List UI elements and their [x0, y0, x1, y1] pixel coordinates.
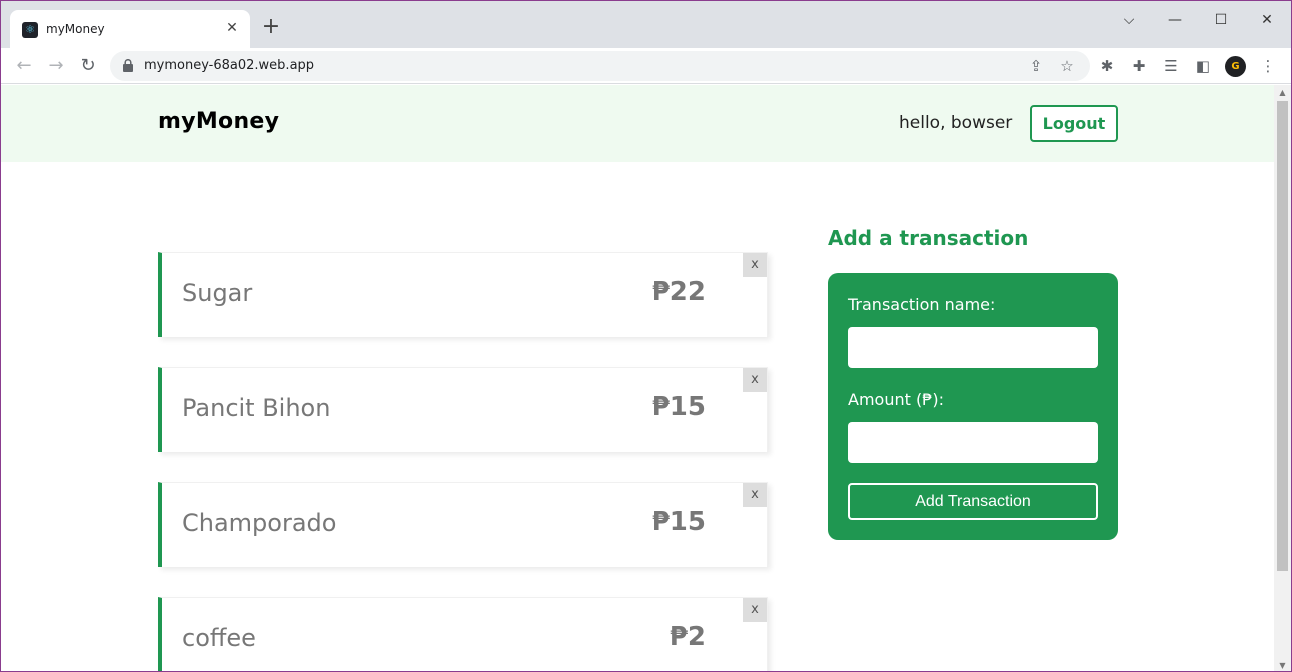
scroll-up-arrow-icon[interactable]: ▲: [1278, 88, 1287, 97]
share-icon[interactable]: ⇪: [1027, 57, 1045, 75]
new-tab-button[interactable]: +: [261, 16, 281, 38]
transaction-name: coffee: [182, 624, 256, 652]
amount-label: Amount (₱):: [848, 390, 945, 409]
browser-window: ⚛ myMoney ✕ + ⌵ — ☐ ✕ ← → ↻ mymoney-68a0…: [0, 0, 1292, 672]
add-transaction-button[interactable]: Add Transaction: [848, 483, 1098, 520]
transaction-item: Pancit Bihon ₱15 x: [158, 367, 768, 452]
profile-avatar[interactable]: G: [1225, 56, 1246, 77]
logout-button[interactable]: Logout: [1030, 105, 1118, 142]
transaction-amount: ₱22: [651, 277, 706, 307]
lock-icon: [123, 59, 133, 72]
transaction-name: Pancit Bihon: [182, 394, 331, 422]
kebab-menu-icon[interactable]: ⋮: [1259, 57, 1277, 75]
add-transaction-form: Transaction name: Amount (₱): Add Transa…: [828, 273, 1118, 540]
tab-search-icon[interactable]: ⌵: [1114, 9, 1144, 31]
transaction-amount: ₱15: [651, 507, 706, 537]
back-button[interactable]: ←: [13, 55, 35, 77]
url-text: mymoney-68a02.web.app: [144, 58, 315, 73]
scroll-down-arrow-icon[interactable]: ▼: [1278, 661, 1287, 670]
transaction-item: Champorado ₱15 x: [158, 482, 768, 567]
user-greeting: hello, bowser: [899, 113, 1013, 133]
reading-list-icon[interactable]: ☰: [1162, 57, 1180, 75]
bookmark-star-icon[interactable]: ☆: [1058, 57, 1076, 75]
delete-transaction-button[interactable]: x: [743, 253, 767, 277]
transaction-amount: ₱15: [651, 392, 706, 422]
delete-transaction-button[interactable]: x: [743, 598, 767, 622]
transaction-amount: ₱2: [669, 622, 706, 652]
amount-input[interactable]: [848, 422, 1098, 463]
app-navbar: myMoney hello, bowser Logout: [1, 85, 1274, 162]
browser-toolbar: ← → ↻ mymoney-68a02.web.app ⇪ ☆ ✱ ✚ ☰ ◧ …: [1, 48, 1291, 84]
transaction-item: Sugar ₱22 x: [158, 252, 768, 337]
transaction-name: Champorado: [182, 509, 337, 537]
delete-transaction-button[interactable]: x: [743, 483, 767, 507]
side-panel-icon[interactable]: ◧: [1194, 57, 1212, 75]
close-window-button[interactable]: ✕: [1252, 9, 1282, 31]
page-viewport: myMoney hello, bowser Logout Sugar ₱22 x…: [1, 85, 1274, 671]
transaction-name-input[interactable]: [848, 327, 1098, 368]
close-tab-icon[interactable]: ✕: [224, 20, 240, 36]
bug-extension-icon[interactable]: ✱: [1098, 57, 1116, 75]
puzzle-extensions-icon[interactable]: ✚: [1130, 57, 1148, 75]
tab-title: myMoney: [46, 22, 105, 36]
scroll-thumb[interactable]: [1277, 101, 1288, 571]
tab-mymoney[interactable]: ⚛ myMoney ✕: [10, 10, 250, 48]
reload-button[interactable]: ↻: [77, 55, 99, 77]
add-transaction-heading: Add a transaction: [828, 226, 1029, 250]
minimize-button[interactable]: —: [1160, 9, 1190, 31]
vertical-scrollbar[interactable]: ▲ ▼: [1274, 85, 1291, 671]
maximize-button[interactable]: ☐: [1206, 9, 1236, 31]
brand-logo[interactable]: myMoney: [158, 109, 279, 134]
transaction-item: coffee ₱2 x: [158, 597, 768, 671]
tab-strip: ⚛ myMoney ✕ + ⌵ — ☐ ✕: [1, 1, 1291, 48]
transaction-name: Sugar: [182, 279, 253, 307]
transaction-name-label: Transaction name:: [848, 295, 996, 314]
forward-button[interactable]: →: [45, 55, 67, 77]
address-bar[interactable]: mymoney-68a02.web.app ⇪ ☆: [110, 51, 1090, 81]
delete-transaction-button[interactable]: x: [743, 368, 767, 392]
react-favicon-icon: ⚛: [22, 22, 38, 38]
